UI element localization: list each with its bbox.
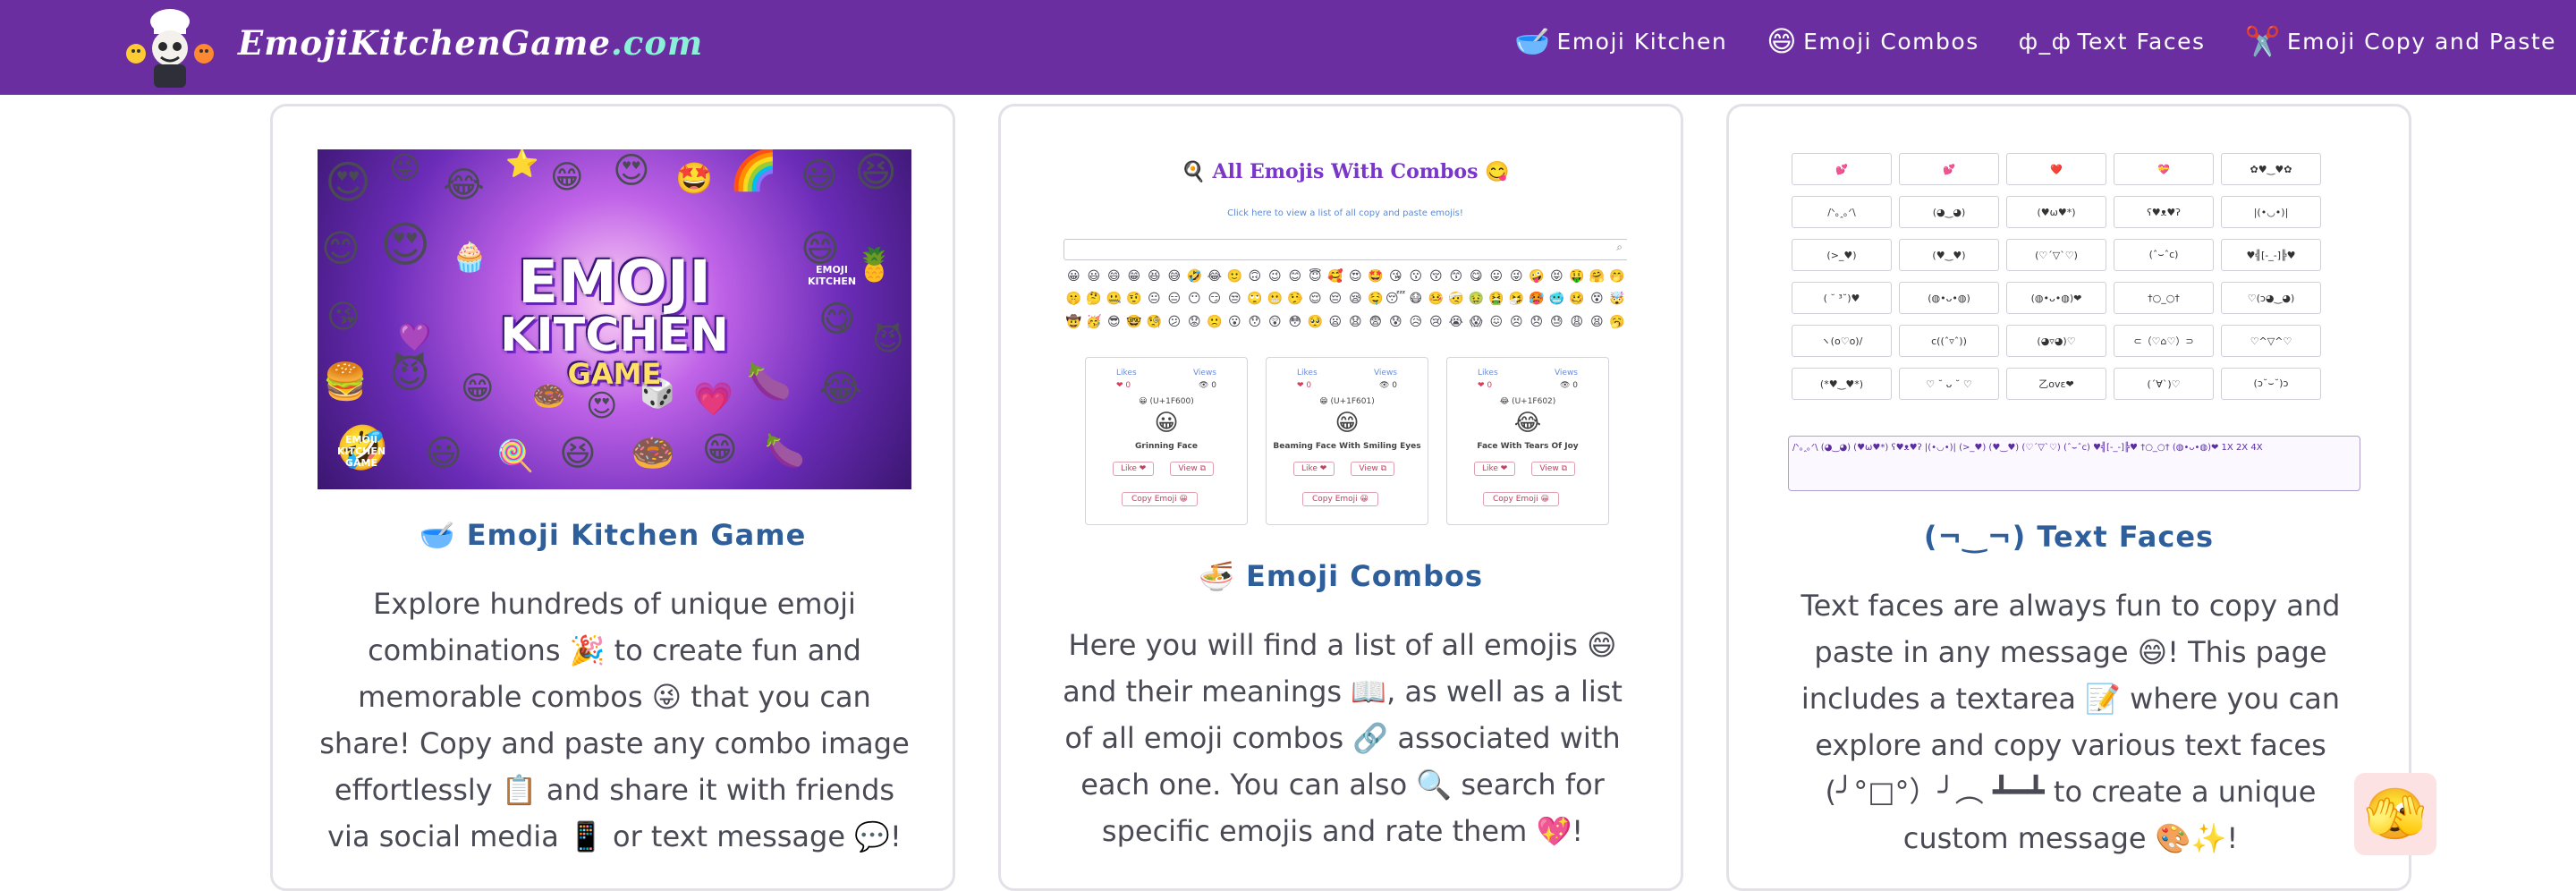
preview-example-card: Likes Views ❤ 0 👁 0 😁 (U+1F601) 😁 Beamin… [1266, 357, 1428, 525]
preview-emoji-grid: 😀 😃 😄 😁 😆 😅 🤣 😂 🙂 🙃 😉 😊 😇 🥰 😍 🤩 😘 😗 😚 😙 😋 😛 😜 🤪 😝 🤑 🤗 🤭 🤫 🤔 🤐 🤨 😐 😑 😶 😏 😒 🙄 😬… [1065, 269, 1625, 329]
preview-example-cards: Likes Views ❤ 0 👁 0 😀 (U+1F600) 😀 Grinni… [1085, 357, 1609, 525]
copy-emoji-button: Copy Emoji 😀 [1302, 492, 1378, 506]
card-description: Here you will find a list of all emojis … [1063, 628, 1623, 848]
like-button: Like ❤ [1474, 462, 1516, 476]
nav-link-label: Emoji Copy and Paste [2286, 28, 2556, 55]
text-face-cell: (´∀`)♡ [2114, 368, 2214, 400]
text-faces-grid: 💕 💕 ❤️ 💝 ✿♥‿♥✿/ᐠ｡ꞈ｡ᐟ\ (◕‿◕) (♥ω♥*) ʕ♥ᴥ♥ʔ |(•◡•)|… [1792, 153, 2321, 400]
card-emoji-combos[interactable]: 🍳 All Emojis With Combos 😋 Click here to… [998, 104, 1683, 891]
card-title[interactable]: 🥣 Emoji Kitchen Game [273, 518, 953, 552]
brand-tld: .com [610, 23, 704, 63]
example-name: Face With Tears Of Joy [1477, 442, 1579, 451]
card-title[interactable]: (¬‿¬) Text Faces [1729, 520, 2409, 554]
nav-link-emoji-kitchen[interactable]: 🥣 Emoji Kitchen [1514, 27, 1727, 55]
emoji-kitchen-game-image[interactable]: 😍 😜 😂 ⭐ 😁 😍 🤩 🌈 😃 😆 😊 😍 🧁 😄 🍍 😘 💜 😋 😈 🍔 … [318, 149, 911, 489]
example-emoji: 😀 [1154, 410, 1179, 437]
image-badge-left: EMOJI KITCHEN GAME [336, 434, 386, 469]
nav-link-label: Text Faces [2077, 28, 2206, 55]
example-emoji: 😁 [1335, 410, 1360, 437]
example-name: Grinning Face [1135, 442, 1198, 451]
like-button: Like ❤ [1113, 462, 1155, 476]
emoji-collage: 😍 😜 😂 ⭐ 😁 😍 🤩 🌈 😃 😆 😊 😍 🧁 😄 🍍 😘 💜 😋 😈 🍔 … [318, 149, 911, 489]
nav-link-label: Emoji Kitchen [1556, 28, 1728, 55]
text-face-cell: (ɔ˘⌣˘)ɔ [2221, 368, 2321, 400]
nav-link-emoji-combos[interactable]: 😄 Emoji Combos [1767, 27, 1979, 55]
text-face-cell: (>_♥) [1792, 239, 1892, 271]
preview-heading: 🍳 All Emojis With Combos 😋 [1181, 160, 1510, 183]
text-face-cell: (◍•ᴗ•◍) [1899, 282, 1999, 314]
card-description: Explore hundreds of unique emoji combina… [319, 587, 910, 853]
text-face-cell: ♥╣[-_-]╠♥ [2221, 239, 2321, 271]
image-badge-top: EMOJI KITCHEN [807, 264, 857, 287]
text-face-cell: (♥ω♥*) [2006, 196, 2106, 228]
text-face-cell: ✿♥‿♥✿ [2221, 153, 2321, 185]
text-face-cell: (♥‿♥) [1899, 239, 1999, 271]
top-nav: EmojiKitchenGame.com 🥣 Emoji Kitchen 😄 E… [0, 0, 2576, 95]
text-face-cell: ʕ♥ᴥ♥ʔ [2114, 196, 2214, 228]
text-face-cell: (◕▿◕)♡ [2006, 325, 2106, 357]
example-code: 😁 (U+1F601) [1319, 397, 1375, 406]
text-face-icon: ф_ф [2018, 28, 2072, 55]
preview-example-card: Likes Views ❤ 0 👁 0 😂 (U+1F602) 😂 Face W… [1446, 357, 1609, 525]
text-face-cell: ⊂（♡⌂♡）⊃ [2114, 325, 2214, 357]
example-emoji: 😂 [1513, 410, 1542, 437]
card-emoji-kitchen-game[interactable]: 😍 😜 😂 ⭐ 😁 😍 🤩 🌈 😃 😆 😊 😍 🧁 😄 🍍 😘 💜 😋 😈 🍔 … [270, 104, 955, 891]
peeking-face-icon: 🫣 [2364, 785, 2427, 844]
combos-preview: 🍳 All Emojis With Combos 😋 Click here to… [1063, 149, 1627, 534]
chef-mascot-logo[interactable] [123, 5, 216, 91]
card-title[interactable]: 🍜 Emoji Combos [1001, 559, 1681, 593]
emoji-combos-image[interactable]: 🍳 All Emojis With Combos 😋 Click here to… [1063, 149, 1627, 534]
nav-links: 🥣 Emoji Kitchen 😄 Emoji Combos ф_ф Text … [1514, 27, 2556, 55]
text-face-cell: †○_○† [2114, 282, 2214, 314]
example-name: Beaming Face With Smiling Eyes [1273, 442, 1421, 451]
text-face-cell: (♡´▽`♡) [2006, 239, 2106, 271]
card-description: Text faces are always fun to copy and pa… [1801, 589, 2341, 855]
image-title-line3: GAME [567, 357, 662, 391]
copy-emoji-button: Copy Emoji 😀 [1483, 492, 1559, 506]
text-face-cell: (◕‿◕) [1899, 196, 1999, 228]
preview-search-input: ⌕ [1063, 239, 1627, 260]
view-button: View ⧉ [1170, 462, 1215, 476]
text-face-cell: 💕 [1792, 153, 1892, 185]
text-faces-textarea: /ᐠ｡ꞈ｡ᐟ\ (◕‿◕) (♥ω♥*) ʕ♥ᴥ♥ʔ |(•◡•)| (>_♥)… [1788, 436, 2360, 491]
text-face-cell: 💝 [2114, 153, 2214, 185]
brand-logo-text[interactable]: EmojiKitchenGame.com [238, 23, 703, 63]
text-face-cell: /ᐠ｡ꞈ｡ᐟ\ [1792, 196, 1892, 228]
text-face-cell: ❤️ [2006, 153, 2106, 185]
floating-emoji-button[interactable]: 🫣 [2354, 773, 2436, 855]
text-face-cell: ♡^▽^♡ [2221, 325, 2321, 357]
nav-link-text-faces[interactable]: ф_ф Text Faces [2019, 27, 2206, 55]
copy-emoji-button: Copy Emoji 😀 [1122, 492, 1198, 506]
text-face-cell: 💕 [1899, 153, 1999, 185]
text-faces-preview: 💕 💕 ❤️ 💝 ✿♥‿♥✿/ᐠ｡ꞈ｡ᐟ\ (◕‿◕) (♥ω♥*) ʕ♥ᴥ♥ʔ |(•◡•)|… [1783, 153, 2368, 493]
text-face-cell: (◍•ᴗ•◍)❤ [2006, 282, 2106, 314]
grinning-face-icon: 😄 [1767, 24, 1799, 58]
text-face-cell: |(•◡•)| [2221, 196, 2321, 228]
view-button: View ⧉ [1351, 462, 1395, 476]
text-face-cell: (ˆ⌣ˆc) [2114, 239, 2214, 271]
text-face-cell: c((ˆ▿ˆ)) [1899, 325, 1999, 357]
search-icon: ⌕ [1616, 241, 1623, 253]
card-text-faces[interactable]: 💕 💕 ❤️ 💝 ✿♥‿♥✿/ᐠ｡ꞈ｡ᐟ\ (◕‿◕) (♥ω♥*) ʕ♥ᴥ♥ʔ |(•◡•)|… [1726, 104, 2411, 891]
image-title-line2: KITCHEN [500, 309, 729, 362]
example-code: 😂 (U+1F602) [1499, 397, 1556, 406]
text-face-cell: ヽ(o♡o)/ [1792, 325, 1892, 357]
text-face-cell: (*♥‿♥*) [1792, 368, 1892, 400]
preview-example-card: Likes Views ❤ 0 👁 0 😀 (U+1F600) 😀 Grinni… [1085, 357, 1248, 525]
text-faces-image[interactable]: 💕 💕 ❤️ 💝 ✿♥‿♥✿/ᐠ｡ꞈ｡ᐟ\ (◕‿◕) (♥ω♥*) ʕ♥ᴥ♥ʔ |(•◡•)|… [1783, 153, 2368, 493]
scissors-icon: ✂️ [2244, 24, 2282, 58]
text-face-cell: ♡ ˘ ᴗ ˘ ♡ [1899, 368, 1999, 400]
text-face-cell: ( ˘ ³˘)♥ [1792, 282, 1892, 314]
view-button: View ⧉ [1531, 462, 1576, 476]
text-face-cell: 乙ovε❤ [2006, 368, 2106, 400]
like-button: Like ❤ [1293, 462, 1335, 476]
preview-subheading: Click here to view a list of all copy an… [1227, 208, 1463, 218]
bowl-icon: 🥣 [1514, 24, 1552, 58]
nav-link-label: Emoji Combos [1803, 28, 1979, 55]
text-face-cell: ♡(ɔ◕‿◕) [2221, 282, 2321, 314]
example-code: 😀 (U+1F600) [1139, 397, 1194, 406]
nav-link-emoji-copy-paste[interactable]: ✂️ Emoji Copy and Paste [2245, 27, 2556, 55]
brand-name: EmojiKitchenGame [238, 23, 611, 63]
